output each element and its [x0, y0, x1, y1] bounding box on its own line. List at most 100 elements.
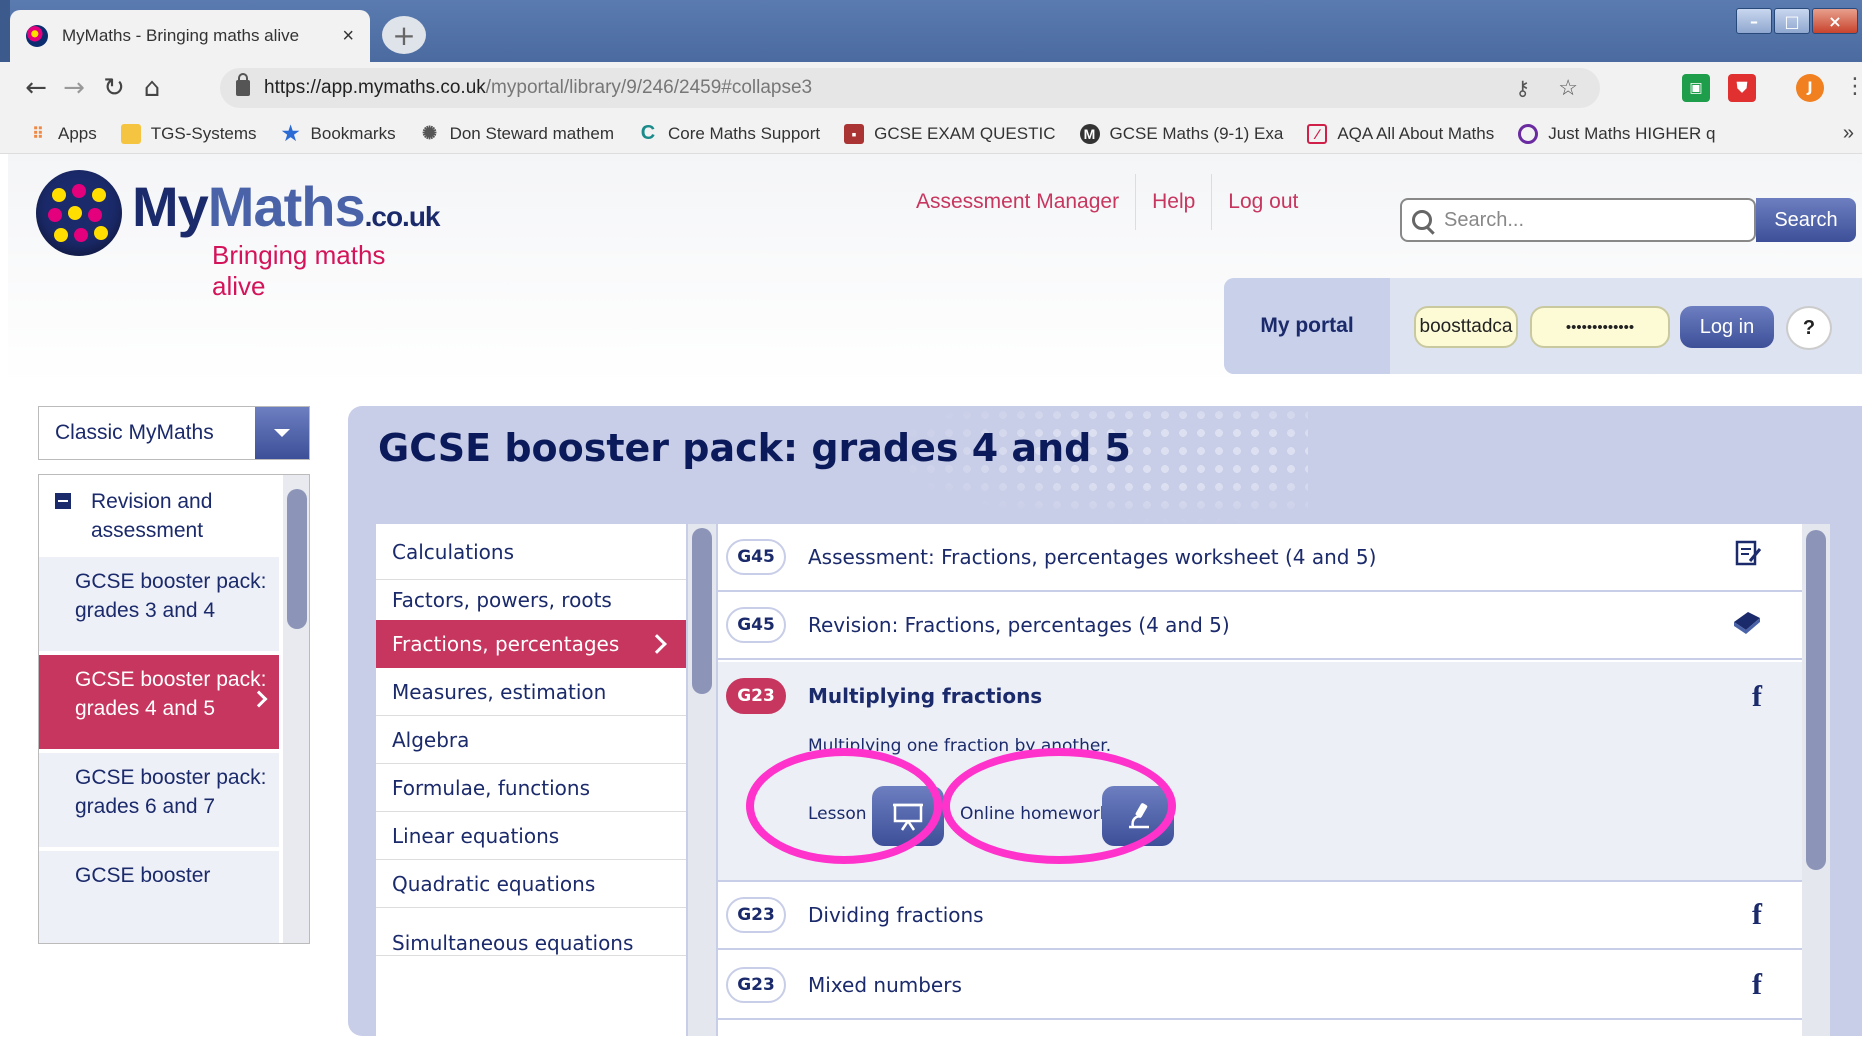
flash-lesson-icon[interactable]: f	[1752, 898, 1762, 932]
category-item[interactable]: Simultaneous equations	[376, 908, 686, 956]
sidebar-item-label: GCSE booster	[75, 864, 211, 887]
bookmark-item[interactable]: TGS-Systems	[120, 123, 257, 144]
site-icon: M	[1079, 123, 1100, 144]
maximize-icon[interactable]: □	[1774, 8, 1810, 34]
nav-help[interactable]: Help	[1136, 174, 1213, 230]
category-scrollbar[interactable]	[688, 524, 716, 1036]
bookmark-item[interactable]: ✺ Don Steward mathem	[420, 123, 614, 144]
help-icon[interactable]: ?	[1786, 306, 1832, 350]
bookmark-star-icon[interactable]: ☆	[1558, 75, 1578, 101]
search-field[interactable]	[1400, 198, 1756, 242]
scrollbar-thumb[interactable]	[692, 528, 712, 694]
product-selector[interactable]: Classic MyMaths	[38, 406, 310, 460]
minimize-icon[interactable]: –	[1736, 8, 1772, 34]
classroom-extension-icon[interactable]: ▣	[1682, 74, 1710, 102]
back-arrow-icon[interactable]: ←	[20, 72, 52, 104]
shield-extension-icon[interactable]: ⛊	[1728, 74, 1756, 102]
sidebar-section-header[interactable]: Revision and assessment	[39, 475, 279, 555]
lesson-title[interactable]: Dividing fractions	[808, 903, 984, 927]
book-icon[interactable]	[1732, 608, 1762, 642]
sidebar-item[interactable]: GCSE booster pack: grades 6 and 7	[39, 751, 279, 847]
logo-wordmark: MyMaths.co.uk	[132, 175, 441, 238]
bookmark-item[interactable]: M GCSE Maths (9-1) Exa	[1079, 123, 1283, 144]
lesson-row-expanded: G23 Multiplying fractions f Multiplying …	[718, 662, 1802, 882]
browser-tab[interactable]: MyMaths - Bringing maths alive ×	[10, 10, 370, 62]
bookmark-label: Don Steward mathem	[449, 123, 614, 143]
bookmark-label: GCSE EXAM QUESTIC	[874, 123, 1056, 143]
folder-icon	[120, 123, 141, 144]
sidebar-item-active[interactable]: GCSE booster pack: grades 4 and 5	[39, 653, 279, 749]
bookmark-item[interactable]: Just Maths HIGHER q	[1518, 123, 1715, 144]
mymaths-favicon-icon	[26, 25, 48, 47]
nav-log-out[interactable]: Log out	[1212, 174, 1314, 230]
home-icon[interactable]: ⌂	[136, 72, 168, 104]
profile-avatar[interactable]: J	[1796, 74, 1824, 102]
lesson-row[interactable]: G45 Revision: Fractions, percentages (4 …	[718, 592, 1802, 660]
log-in-button[interactable]: Log in	[1680, 306, 1774, 348]
address-bar[interactable]: https://app.mymaths.co.uk/myportal/libra…	[220, 68, 1600, 108]
sidebar-item[interactable]: GCSE booster	[39, 849, 279, 943]
bookmark-item[interactable]: ∕ AQA All About Maths	[1307, 123, 1495, 144]
new-tab-button[interactable]: +	[382, 16, 426, 54]
sidebar-section-label: Revision and assessment	[91, 490, 213, 542]
flash-lesson-icon[interactable]: f	[1752, 680, 1762, 714]
lesson-title[interactable]: Multiplying fractions	[808, 684, 1042, 708]
category-item[interactable]: Formulae, functions	[376, 764, 686, 812]
lesson-title[interactable]: Mixed numbers	[808, 973, 962, 997]
collapse-icon[interactable]	[55, 493, 71, 509]
sidebar-item[interactable]: GCSE booster pack: grades 3 and 4	[39, 555, 279, 651]
lesson-title[interactable]: Revision: Fractions, percentages (4 and …	[808, 613, 1230, 637]
sidebar-item-label: GCSE booster pack: grades 3 and 4	[75, 570, 267, 622]
key-icon[interactable]: ⚷	[1515, 76, 1530, 101]
password-field[interactable]: •••••••••••••	[1530, 306, 1670, 348]
username-field[interactable]: boosttadca	[1414, 306, 1518, 348]
menu-kebab-icon[interactable]: ⋮	[1844, 74, 1862, 99]
lesson-code-badge: G23	[726, 678, 786, 714]
tab-close-icon[interactable]: ×	[342, 25, 354, 48]
bookmark-item[interactable]: ▪ GCSE EXAM QUESTIC	[844, 123, 1056, 144]
logo-dots-icon	[36, 170, 122, 256]
category-item-active[interactable]: Fractions, percentages	[376, 620, 686, 668]
nav-assessment-manager[interactable]: Assessment Manager	[900, 174, 1137, 230]
globe-icon: ✺	[422, 123, 438, 143]
category-item[interactable]: Linear equations	[376, 812, 686, 860]
bookmark-label: TGS-Systems	[150, 123, 257, 143]
close-window-icon[interactable]: ×	[1812, 8, 1858, 34]
lesson-row[interactable]: G23 Dividing fractions f	[718, 882, 1802, 950]
scrollbar-thumb[interactable]	[1806, 530, 1826, 870]
flash-lesson-icon[interactable]: f	[1752, 968, 1762, 1002]
bookmark-item[interactable]: C Core Maths Support	[638, 122, 820, 144]
category-item[interactable]: Quadratic equations	[376, 860, 686, 908]
highlight-ring-homework	[942, 748, 1176, 864]
sidebar-tree: Revision and assessment GCSE booster pac…	[38, 474, 310, 944]
category-list: Calculations Factors, powers, roots Frac…	[376, 524, 686, 1036]
chevron-right-icon	[647, 634, 667, 654]
category-item[interactable]: Algebra	[376, 716, 686, 764]
window-controls: – □ ×	[1736, 8, 1858, 34]
highlight-ring-lesson	[746, 748, 942, 864]
mymaths-logo[interactable]: MyMaths.co.uk Bringing maths alive	[36, 170, 441, 301]
bookmarks-bar: ⠿ Apps TGS-Systems ★ Bookmarks ✺ Don Stewar…	[0, 114, 1862, 154]
search-button[interactable]: Search	[1756, 198, 1856, 242]
lesson-row[interactable]: G45 Assessment: Fractions, percentages w…	[718, 524, 1802, 592]
bookmarks-overflow-icon[interactable]: »	[1843, 122, 1854, 145]
sidebar-item-label: GCSE booster pack: grades 6 and 7	[75, 766, 267, 818]
worksheet-icon[interactable]	[1734, 539, 1762, 575]
bookmark-item[interactable]: ★ Bookmarks	[281, 123, 396, 145]
forward-arrow-icon[interactable]: →	[58, 72, 90, 104]
lesson-scrollbar[interactable]	[1802, 524, 1830, 1036]
lesson-row[interactable]: G23 Mixed numbers f	[718, 952, 1802, 1020]
lesson-title[interactable]: Assessment: Fractions, percentages works…	[808, 545, 1376, 569]
scrollbar-thumb[interactable]	[287, 489, 307, 629]
bookmark-item[interactable]: ⠿ Apps	[28, 124, 97, 144]
reload-icon[interactable]: ↻	[98, 72, 130, 104]
search-input[interactable]	[1444, 208, 1664, 232]
category-item[interactable]: Measures, estimation	[376, 668, 686, 716]
sidebar-scrollbar[interactable]	[283, 475, 309, 943]
lesson-code-badge: G23	[726, 967, 786, 1003]
star-icon: ★	[281, 123, 300, 145]
bookmark-label: AQA All About Maths	[1337, 123, 1495, 143]
category-label: Fractions, percentages	[392, 632, 620, 656]
chevron-down-icon[interactable]	[255, 407, 309, 459]
bookmark-label: Bookmarks	[310, 123, 396, 143]
